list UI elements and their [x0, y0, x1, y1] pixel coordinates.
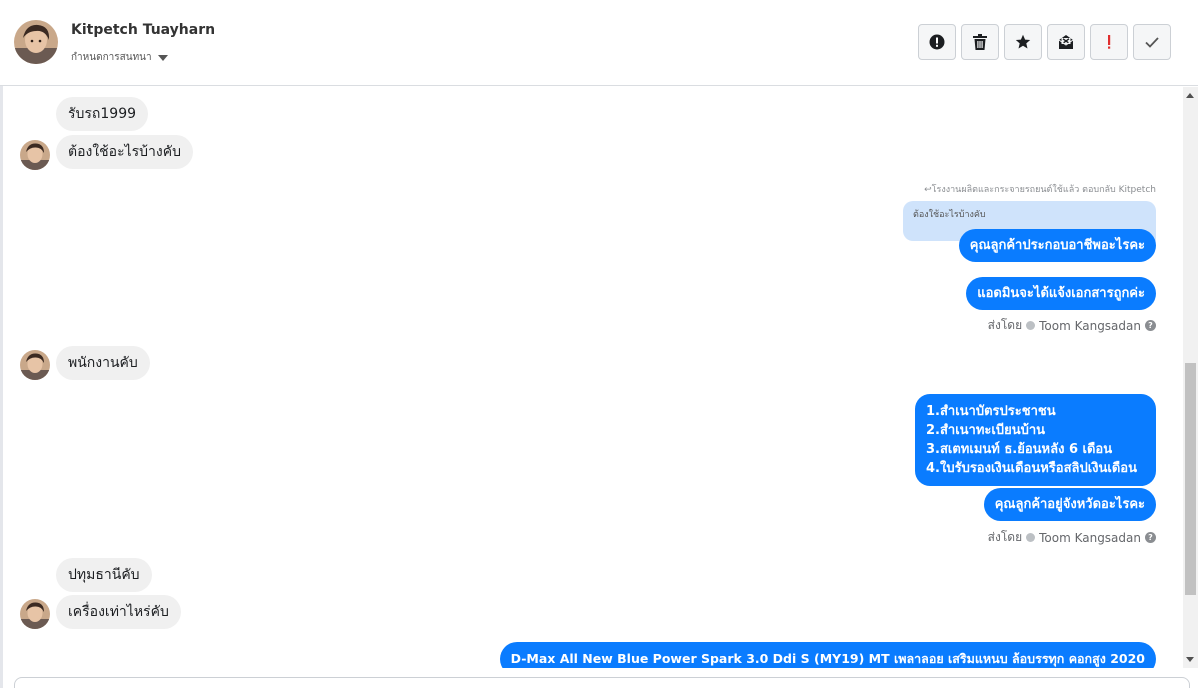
sender-name: Toom Kangsadan: [1039, 530, 1141, 545]
scroll-down-arrow-icon[interactable]: [1186, 657, 1194, 662]
message-line: 3.สเตทเมนท์ ธ.ย้อนหลัง 6 เดือน: [926, 442, 1113, 457]
incoming-message[interactable]: เครื่องเท่าไหร่คับ: [56, 595, 181, 629]
conversation-header: Kitpetch Tuayharn กำหนดการสนทนา: [0, 0, 1198, 86]
contact-name: Kitpetch Tuayharn: [71, 22, 216, 38]
outgoing-message[interactable]: 1.สำเนาบัตรประชาชน 2.สำเนาทะเบียนบ้าน 3.…: [915, 394, 1156, 486]
header-toolbar: [918, 24, 1171, 60]
incoming-message[interactable]: รับรถ1999: [56, 97, 149, 131]
outgoing-message[interactable]: แอดมินจะได้แจ้งเอกสารถูกค่ะ: [966, 277, 1156, 310]
outgoing-message[interactable]: คุณลูกค้าประกอบอาชีพอะไรคะ: [958, 229, 1156, 262]
sent-by-info: ส่งโดย Toom Kangsadan ?: [988, 528, 1156, 547]
chevron-down-icon: [157, 54, 168, 61]
sent-by-label: ส่งโดย: [987, 530, 1023, 544]
sender-name: Toom Kangsadan: [1039, 318, 1141, 333]
star-icon: [1015, 34, 1031, 49]
mark-spam-button[interactable]: [918, 24, 956, 60]
alert-circle-icon: [929, 34, 945, 50]
scroll-up-arrow-icon[interactable]: [1186, 93, 1194, 98]
avatar: [20, 599, 50, 629]
help-icon[interactable]: ?: [1145, 532, 1156, 543]
mail-x-icon: [1058, 35, 1074, 49]
star-button[interactable]: [1004, 24, 1042, 60]
reply-header: ↩โรงงานผลิตและกระจายรถยนต์ใช้แล้ว ตอบกลั…: [924, 182, 1156, 196]
message-line: 1.สำเนาบัตรประชาชน: [926, 404, 1056, 419]
message-list[interactable]: รับรถ1999 ต้องใช้อะไรบ้างคับ ↩โรงงานผลิต…: [0, 87, 1183, 668]
outgoing-message[interactable]: คุณลูกค้าอยู่จังหวัดอะไรคะ: [983, 488, 1156, 521]
mark-unread-button[interactable]: [1047, 24, 1085, 60]
important-button[interactable]: [1090, 24, 1128, 60]
incoming-message[interactable]: ปทุมธานีคับ: [56, 558, 152, 592]
page-icon: [1026, 321, 1036, 330]
sent-by-label: ส่งโดย: [987, 318, 1023, 332]
trash-icon: [973, 34, 987, 50]
reply-icon: ↩: [924, 185, 932, 195]
message-composer[interactable]: [14, 677, 1190, 688]
message-list-scrollbar[interactable]: [1183, 87, 1198, 668]
avatar: [20, 140, 50, 170]
scrollbar-thumb[interactable]: [1185, 363, 1196, 595]
avatar: [20, 350, 50, 380]
message-line: 2.สำเนาทะเบียนบ้าน: [926, 423, 1046, 438]
conversation-options-label: กำหนดการสนทนา: [71, 52, 152, 63]
reply-quote-text: ต้องใช้อะไรบ้างคับ: [913, 210, 986, 220]
incoming-message[interactable]: พนักงานคับ: [56, 346, 150, 380]
help-icon[interactable]: ?: [1145, 320, 1156, 331]
page-icon: [1026, 533, 1036, 542]
delete-button[interactable]: [961, 24, 999, 60]
check-icon: [1145, 37, 1159, 48]
outgoing-message[interactable]: D-Max All New Blue Power Spark 3.0 Ddi S…: [499, 642, 1156, 668]
avatar[interactable]: [14, 20, 58, 64]
sent-by-info: ส่งโดย Toom Kangsadan ?: [988, 316, 1156, 335]
conversation-options-dropdown[interactable]: กำหนดการสนทนา: [71, 50, 168, 65]
incoming-message[interactable]: ต้องใช้อะไรบ้างคับ: [56, 135, 193, 169]
exclamation-icon: [1108, 35, 1111, 49]
reply-header-text: โรงงานผลิตและกระจายรถยนต์ใช้แล้ว ตอบกลับ…: [931, 185, 1156, 195]
message-line: 4.ใบรับรองเงินเดือนหรือสลิปเงินเดือน: [926, 461, 1137, 476]
messenger-window: Kitpetch Tuayharn กำหนดการสนทนา รับรถ199…: [0, 0, 1198, 688]
mark-done-button[interactable]: [1133, 24, 1171, 60]
